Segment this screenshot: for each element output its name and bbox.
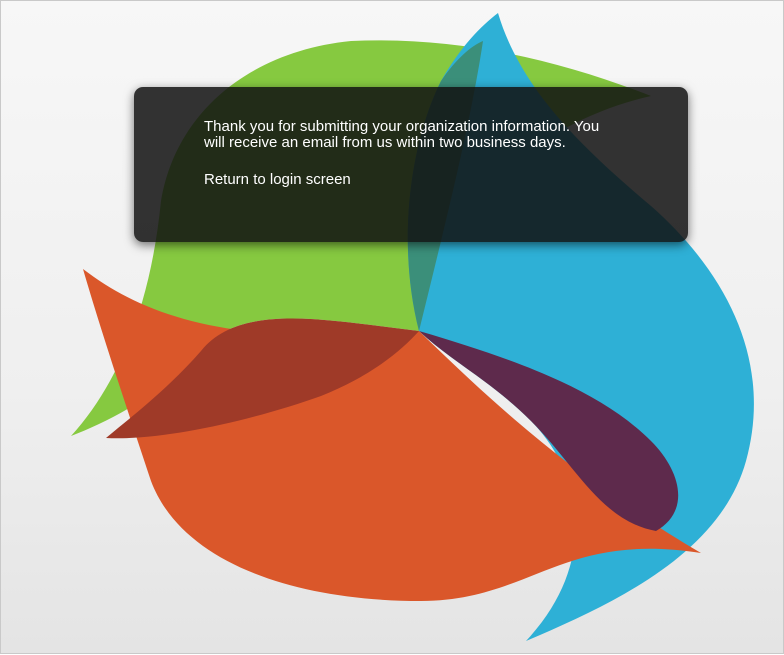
confirmation-message: Thank you for submitting your organizati… bbox=[204, 118, 600, 151]
return-to-login-link[interactable]: Return to login screen bbox=[204, 171, 351, 188]
page-frame: Thank you for submitting your organizati… bbox=[0, 0, 784, 654]
confirmation-dialog: Thank you for submitting your organizati… bbox=[134, 87, 688, 242]
